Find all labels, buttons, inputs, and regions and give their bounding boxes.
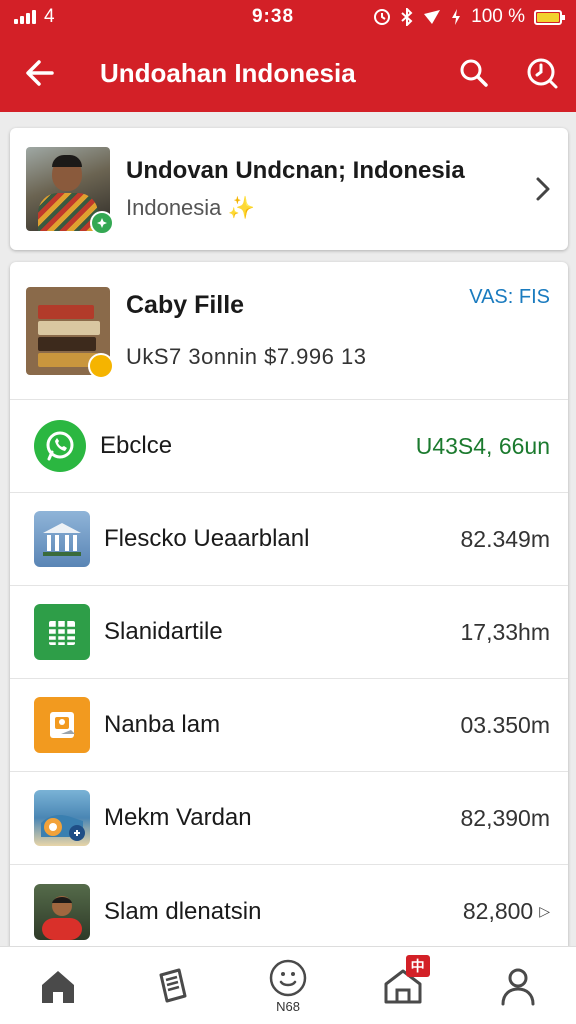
history-icon bbox=[527, 58, 558, 89]
file-subtitle: UkS7 3onnin $7.996 13 bbox=[126, 344, 367, 369]
row-value: 17,33hm bbox=[460, 618, 550, 645]
status-right: 100 % bbox=[332, 6, 565, 28]
back-arrow-icon bbox=[26, 60, 54, 86]
row-label: Nanba lam bbox=[104, 711, 221, 738]
nav-center-label: N68 bbox=[276, 998, 300, 1014]
avatar bbox=[26, 147, 114, 235]
file-list-card: Caby Fille UkS7 3onnin $7.996 13 VAS: FI… bbox=[10, 262, 568, 952]
person-icon bbox=[501, 968, 535, 1005]
verified-badge-icon bbox=[90, 211, 114, 235]
wifi-icon bbox=[424, 10, 441, 24]
charging-icon bbox=[452, 9, 461, 25]
file-tag[interactable]: VAS: FIS bbox=[469, 286, 550, 309]
row-value: 82,390m bbox=[460, 804, 550, 831]
list-item[interactable]: Flescko Ueaarblanl 82.349m bbox=[10, 493, 568, 586]
play-arrow-icon: ▷ bbox=[539, 903, 550, 919]
profile-subtitle: Indonesia ✨ bbox=[126, 195, 518, 221]
nav-home[interactable] bbox=[0, 947, 115, 1024]
back-button[interactable] bbox=[0, 34, 80, 112]
books-thumbnail bbox=[26, 286, 114, 379]
image-card-icon bbox=[34, 697, 90, 753]
list-item[interactable]: Nanba lam 03.350m bbox=[10, 679, 568, 772]
search-icon bbox=[460, 59, 488, 87]
carrier-label: 4 bbox=[44, 6, 55, 27]
profile-country: Indonesia bbox=[126, 195, 222, 220]
row-value: U43S4, 66un bbox=[415, 432, 550, 459]
row-label: Ebclce bbox=[100, 432, 173, 459]
list-item[interactable]: Mekm Vardan 82,390m bbox=[10, 772, 568, 865]
status-bar: 4 9:38 100 % bbox=[0, 0, 576, 34]
person-photo-icon bbox=[34, 883, 90, 940]
row-value: 82.349m bbox=[460, 525, 550, 552]
profile-text: Undovan Undcnan; Indonesia Indonesia ✨ bbox=[126, 157, 518, 221]
chevron-right-icon[interactable] bbox=[518, 175, 568, 203]
travel-map-icon bbox=[34, 790, 90, 846]
profile-emoji: ✨ bbox=[227, 195, 255, 220]
list-item[interactable]: Slanidartile 17,33hm bbox=[10, 586, 568, 679]
battery-fill bbox=[537, 12, 559, 22]
row-label: Slam dlenatsin bbox=[104, 897, 262, 925]
page-title: Undoahan Indonesia bbox=[100, 57, 356, 88]
signal-icon bbox=[14, 10, 36, 24]
nav-documents[interactable] bbox=[115, 947, 230, 1024]
spreadsheet-icon bbox=[34, 604, 90, 660]
list-item[interactable]: Ebclce U43S4, 66un bbox=[10, 400, 568, 493]
file-header[interactable]: Caby Fille UkS7 3onnin $7.996 13 VAS: FI… bbox=[10, 262, 568, 400]
home-icon bbox=[41, 970, 74, 1003]
star-badge-icon bbox=[88, 352, 114, 379]
profile-card[interactable]: Undovan Undcnan; Indonesia Indonesia ✨ bbox=[10, 128, 568, 250]
bank-building-icon bbox=[34, 511, 90, 567]
bottom-nav: N68 中 bbox=[0, 946, 576, 1024]
row-label: Mekm Vardan bbox=[104, 804, 252, 831]
whatsapp-icon bbox=[34, 420, 86, 472]
battery-icon bbox=[534, 9, 565, 25]
bluetooth-icon bbox=[401, 8, 413, 26]
nav-center[interactable]: N68 bbox=[230, 947, 345, 1024]
document-icon bbox=[159, 968, 187, 1002]
profile-name: Undovan Undcnan; Indonesia bbox=[126, 157, 465, 184]
row-label: Slanidartile bbox=[104, 618, 223, 645]
row-label: Flescko Ueaarblanl bbox=[104, 525, 310, 552]
row-value: 03.350m bbox=[460, 711, 550, 738]
search-button[interactable] bbox=[440, 34, 508, 112]
alarm-icon bbox=[374, 9, 391, 25]
store-badge: 中 bbox=[405, 955, 430, 977]
app-bar: Undoahan Indonesia bbox=[0, 34, 576, 112]
nav-store[interactable]: 中 bbox=[346, 947, 461, 1024]
nav-profile[interactable] bbox=[461, 947, 576, 1024]
battery-percent: 100 % bbox=[471, 6, 525, 27]
status-time: 9:38 bbox=[251, 6, 295, 27]
history-button[interactable] bbox=[508, 34, 576, 112]
smile-circle-icon bbox=[269, 959, 307, 996]
status-left: 4 bbox=[14, 6, 214, 28]
list-item[interactable]: Slam dlenatsin 82,800 ▷ bbox=[10, 865, 568, 958]
row-value: 82,800 bbox=[462, 898, 534, 924]
